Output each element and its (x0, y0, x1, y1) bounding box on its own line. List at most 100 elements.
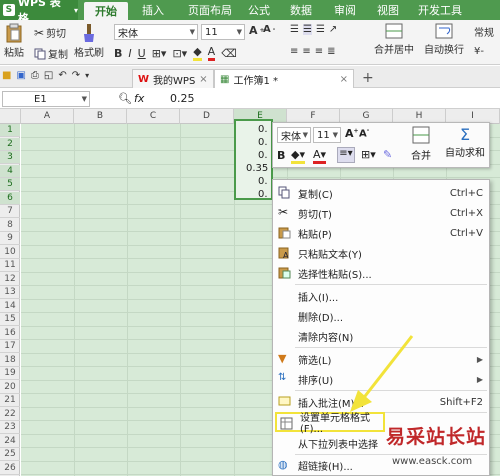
cell-e2[interactable]: 0. (258, 137, 268, 148)
row-header-7[interactable]: 7 (0, 205, 20, 218)
cut-button[interactable]: ✂ 剪切 (34, 25, 66, 41)
row-header-20[interactable]: 20 (0, 381, 20, 394)
zoom-icon[interactable]: 🔍︎ (118, 92, 132, 105)
row-header-2[interactable]: 2 (0, 137, 20, 151)
tab-insert[interactable]: 插入 (134, 0, 172, 20)
orientation-icon[interactable]: ↗ (329, 24, 337, 35)
cell-e1[interactable]: 0. (258, 124, 268, 135)
align-bottom-icon[interactable]: ☰ (316, 24, 325, 35)
font-size-select[interactable]: 11 ▼ (201, 24, 245, 40)
tab-formulas[interactable]: 公式 (238, 0, 280, 20)
align-top-icon[interactable]: ☰ (290, 24, 299, 35)
mini-brush-icon[interactable]: ✎ (383, 148, 392, 161)
shrink-font-button[interactable]: A- (263, 24, 275, 35)
redo-icon[interactable]: ↷ (72, 70, 80, 81)
formula-input[interactable]: 0.25 (170, 92, 195, 105)
mini-grow-font-button[interactable]: A+ (345, 127, 359, 140)
print-icon[interactable]: ⎙ (31, 70, 39, 81)
merge-center-button[interactable]: 合并居中 (374, 23, 414, 56)
menu-item-insert[interactable]: 插入(I)... (273, 286, 489, 306)
font-color-icon[interactable]: A (207, 45, 216, 61)
row-header-12[interactable]: 12 (0, 273, 20, 286)
select-all-corner[interactable] (0, 109, 21, 124)
mini-font-name-select[interactable]: 宋体 ▼ (277, 127, 311, 143)
font-name-select[interactable]: 宋体 ▼ (114, 24, 198, 40)
column-header-d[interactable]: D (180, 109, 234, 124)
menu-item-paste-text-only[interactable]: A 只粘贴文本(Y) (273, 243, 489, 263)
fx-button[interactable]: fx (134, 92, 144, 105)
row-header-23[interactable]: 23 (0, 421, 20, 434)
row-header-6[interactable]: 6 (0, 191, 20, 205)
paste-button[interactable]: 粘贴 (4, 23, 24, 59)
fill-color-icon[interactable]: ◆ (193, 45, 202, 61)
row-header-4[interactable]: 4 (0, 164, 20, 178)
cell-e5[interactable]: 0. (258, 176, 268, 187)
name-box[interactable]: E1 ▼ (2, 91, 90, 107)
tab-page-layout[interactable]: 页面布局 (180, 0, 240, 20)
auto-wrap-button[interactable]: 自动换行 (424, 23, 464, 56)
row-header-10[interactable]: 10 (0, 246, 20, 259)
mini-align-center-icon[interactable]: ≡▾ (337, 147, 355, 163)
tab-home[interactable]: 开始 (84, 2, 128, 20)
row-header-13[interactable]: 13 (0, 286, 20, 299)
mini-font-size-select[interactable]: 11 ▼ (313, 127, 341, 143)
row-header-8[interactable]: 8 (0, 219, 20, 232)
save-icon[interactable]: ▣ (16, 70, 25, 81)
bold-button[interactable]: B (114, 47, 122, 60)
row-header-24[interactable]: 24 (0, 435, 20, 448)
mini-borders-icon[interactable]: ⊞▾ (361, 148, 376, 161)
underline-button[interactable]: U (138, 47, 146, 60)
tab-data[interactable]: 数据 (280, 0, 322, 20)
mini-merge-button[interactable]: 合并 (407, 126, 435, 166)
row-header-19[interactable]: 19 (0, 367, 20, 380)
row-header-18[interactable]: 18 (0, 354, 20, 367)
mini-bold-button[interactable]: B (277, 149, 285, 162)
close-icon[interactable]: × (340, 74, 348, 85)
cell-e4[interactable]: 0.35 (246, 163, 268, 174)
app-menu-button[interactable]: S WPS 表格 ▾ (0, 0, 78, 25)
tab-review[interactable]: 审阅 (325, 0, 365, 20)
print-preview-icon[interactable]: ◱ (44, 70, 53, 81)
merge-borders-icon[interactable]: ⊡▾ (172, 47, 187, 60)
clear-format-icon[interactable]: ⌫ (221, 47, 237, 60)
mini-autosum-button[interactable]: Σ 自动求和 (441, 126, 489, 166)
tab-view[interactable]: 视图 (368, 0, 408, 20)
row-header-22[interactable]: 22 (0, 408, 20, 421)
mini-font-color-icon[interactable]: A▾ (313, 148, 327, 164)
column-header-a[interactable]: A (21, 109, 74, 124)
cell-e3[interactable]: 0. (258, 150, 268, 161)
number-format-select[interactable]: 常规 (474, 24, 494, 39)
menu-item-cut[interactable]: ✂ 剪切(T) Ctrl+X (273, 203, 489, 223)
row-header-26[interactable]: 26 (0, 462, 20, 475)
row-header-1[interactable]: 1 (0, 124, 20, 137)
menu-item-delete[interactable]: 删除(D)... (273, 306, 489, 326)
doc-tab-workbook[interactable]: ▦ 工作簿1 * × (214, 69, 354, 88)
row-header-21[interactable]: 21 (0, 394, 20, 407)
align-middle-icon[interactable]: ☰ (302, 24, 312, 35)
doc-tab-my-wps[interactable]: W 我的WPS × (132, 69, 214, 88)
row-header-25[interactable]: 25 (0, 448, 20, 461)
row-header-16[interactable]: 16 (0, 327, 20, 340)
align-center-icon[interactable]: ≡ (302, 46, 310, 57)
row-header-5[interactable]: 5 (0, 178, 20, 191)
menu-item-paste-special[interactable]: 选择性粘贴(S)... (273, 263, 489, 283)
menu-item-paste[interactable]: 粘贴(P) Ctrl+V (273, 223, 489, 243)
new-tab-plus-icon[interactable]: + (362, 70, 374, 86)
currency-icon[interactable]: ¥- (474, 46, 484, 57)
borders-icon[interactable]: ⊞▾ (152, 47, 167, 60)
open-icon[interactable]: ■ (2, 70, 11, 81)
distribute-icon[interactable]: ≣ (327, 46, 335, 57)
row-header-17[interactable]: 17 (0, 340, 20, 353)
undo-icon[interactable]: ↶ (58, 70, 66, 81)
row-header-9[interactable]: 9 (0, 232, 20, 245)
row-header-11[interactable]: 11 (0, 259, 20, 272)
align-right-icon[interactable]: ≡ (315, 46, 323, 57)
column-header-b[interactable]: B (74, 109, 127, 124)
mini-fill-color-icon[interactable]: ◆▾ (291, 148, 305, 164)
cell-e6[interactable]: 0. (258, 189, 268, 200)
align-left-icon[interactable]: ≡ (290, 46, 298, 57)
row-header-3[interactable]: 3 (0, 151, 20, 164)
close-icon[interactable]: × (199, 74, 207, 85)
menu-item-copy[interactable]: 复制(C) Ctrl+C (273, 183, 489, 203)
row-header-15[interactable]: 15 (0, 313, 20, 326)
